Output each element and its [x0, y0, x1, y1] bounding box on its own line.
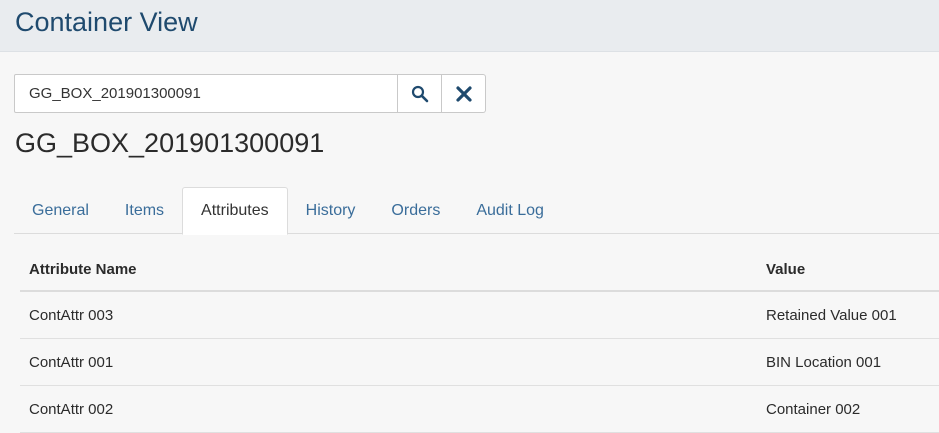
clear-button[interactable] — [442, 74, 486, 113]
tab-orders[interactable]: Orders — [373, 187, 458, 234]
search-button[interactable] — [398, 74, 442, 113]
page-header: Container View — [0, 0, 939, 52]
attribute-name-cell: ContAttr 002 — [29, 400, 114, 418]
tab-bar: General Items Attributes History Orders … — [14, 187, 939, 235]
attribute-value-cell: Retained Value 001 — [766, 306, 897, 324]
attribute-value-cell: BIN Location 001 — [766, 353, 882, 371]
attribute-name-cell: ContAttr 003 — [29, 306, 114, 324]
attribute-value-cell: Container 002 — [766, 400, 861, 418]
tab-attributes[interactable]: Attributes — [182, 187, 288, 235]
tab-general[interactable]: General — [14, 187, 107, 234]
search-input[interactable] — [14, 74, 398, 113]
table-row[interactable]: ContAttr 001 BIN Location 001 — [20, 339, 939, 386]
close-icon — [455, 85, 472, 102]
page-title: Container View — [15, 7, 198, 37]
table-row[interactable]: ContAttr 002 Container 002 — [20, 386, 939, 433]
tab-audit-log[interactable]: Audit Log — [458, 187, 562, 234]
search-icon — [411, 85, 428, 102]
tab-history[interactable]: History — [288, 187, 374, 234]
container-name: GG_BOX_201901300091 — [15, 128, 325, 158]
search-bar — [14, 74, 486, 113]
tab-items[interactable]: Items — [107, 187, 182, 234]
table-row[interactable]: ContAttr 003 Retained Value 001 — [20, 292, 939, 339]
attributes-table: Attribute Name Value ContAttr 003 Retain… — [20, 248, 939, 433]
column-header-value[interactable]: Value — [757, 261, 939, 278]
attribute-name-cell: ContAttr 001 — [29, 353, 114, 371]
column-header-attribute-name[interactable]: Attribute Name — [20, 261, 757, 278]
table-header-row: Attribute Name Value — [20, 248, 939, 292]
